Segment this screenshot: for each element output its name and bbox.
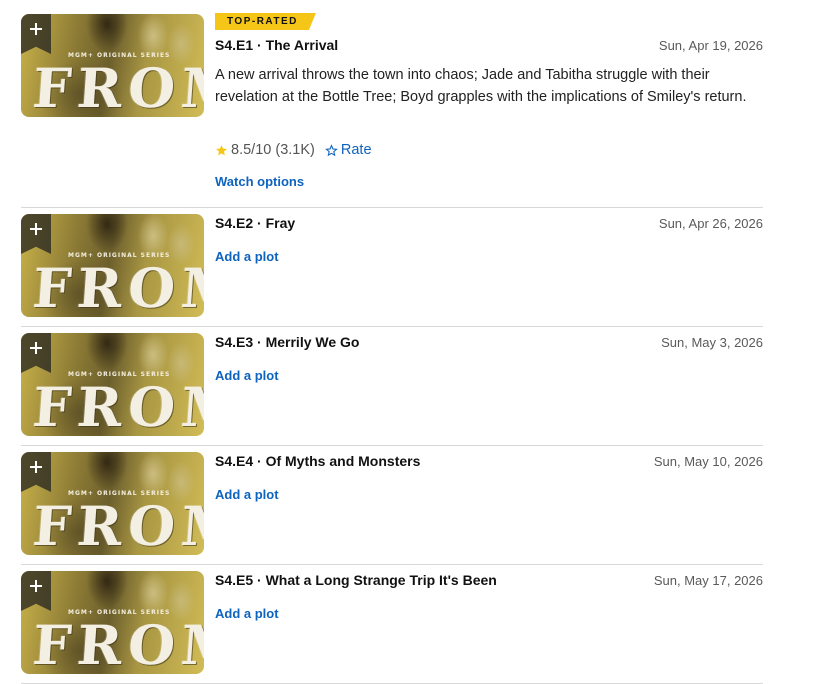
episode-thumbnail[interactable]: MGM+ ORIGINAL SERIES FROM <box>21 452 204 555</box>
plus-icon <box>30 461 42 473</box>
episode-thumbnail[interactable]: MGM+ ORIGINAL SERIES FROM <box>21 571 204 674</box>
episode-item: MGM+ ORIGINAL SERIES FROM S4.E2 · Fray S… <box>21 207 763 327</box>
star-icon <box>216 144 227 155</box>
top-rated-badge: TOP-RATED <box>215 13 316 30</box>
show-logo: FROM <box>30 256 204 317</box>
air-date: Sun, Apr 19, 2026 <box>658 38 763 53</box>
air-date: Sun, May 3, 2026 <box>661 335 763 350</box>
add-plot-link[interactable]: Add a plot <box>215 249 279 264</box>
episode-info: S4.E3 · Merrily We Go Sun, May 3, 2026 A… <box>215 326 763 445</box>
show-logo: FROM <box>30 375 204 436</box>
show-logo: FROM <box>30 56 204 117</box>
show-logo: FROM <box>30 613 204 674</box>
episode-title[interactable]: S4.E5 · What a Long Strange Trip It's Be… <box>215 572 497 588</box>
watch-options-link[interactable]: Watch options <box>215 174 304 189</box>
episode-info: S4.E2 · Fray Sun, Apr 26, 2026 Add a plo… <box>215 207 763 326</box>
plus-icon <box>30 580 42 592</box>
episode-title[interactable]: S4.E4 · Of Myths and Monsters <box>215 453 420 469</box>
rate-label: Rate <box>340 142 372 158</box>
air-date: Sun, Apr 26, 2026 <box>658 216 763 231</box>
add-plot-link[interactable]: Add a plot <box>215 606 279 621</box>
episode-item: MGM+ ORIGINAL SERIES FROM S4.E5 · What a… <box>21 564 763 684</box>
episode-title[interactable]: S4.E2 · Fray <box>215 215 295 231</box>
episode-title[interactable]: S4.E1 · The Arrival <box>215 37 338 53</box>
plus-icon <box>30 342 42 354</box>
episode-title[interactable]: S4.E3 · Merrily We Go <box>215 334 359 350</box>
episode-info: S4.E5 · What a Long Strange Trip It's Be… <box>215 564 763 683</box>
rating-row: 8.5/10 (3.1K) Rate <box>215 142 372 158</box>
episode-info: S4.E4 · Of Myths and Monsters Sun, May 1… <box>215 445 763 564</box>
rating-value: 8.5 <box>231 142 252 158</box>
episode-thumbnail[interactable]: MGM+ ORIGINAL SERIES FROM <box>21 14 204 117</box>
episode-item: MGM+ ORIGINAL SERIES FROM TOP-RATED S4.E… <box>21 0 763 208</box>
plus-icon <box>30 23 42 35</box>
add-plot-link[interactable]: Add a plot <box>215 487 279 502</box>
add-plot-link[interactable]: Add a plot <box>215 368 279 383</box>
plus-icon <box>30 223 42 235</box>
episode-thumbnail[interactable]: MGM+ ORIGINAL SERIES FROM <box>21 214 204 317</box>
episode-item: MGM+ ORIGINAL SERIES FROM S4.E4 · Of Myt… <box>21 445 763 565</box>
air-date: Sun, May 17, 2026 <box>653 573 763 588</box>
rating-scale: /10 <box>251 142 272 158</box>
rate-button[interactable]: Rate <box>325 142 372 158</box>
episode-item: MGM+ ORIGINAL SERIES FROM S4.E3 · Merril… <box>21 326 763 446</box>
episode-thumbnail[interactable]: MGM+ ORIGINAL SERIES FROM <box>21 333 204 436</box>
vote-count: (3.1K) <box>275 142 315 158</box>
air-date: Sun, May 10, 2026 <box>653 454 763 469</box>
show-logo: FROM <box>30 494 204 555</box>
episode-info: TOP-RATED S4.E1 · The Arrival Sun, Apr 1… <box>215 0 763 207</box>
star-outline-icon <box>325 143 338 156</box>
episode-plot: A new arrival throws the town into chaos… <box>215 67 747 105</box>
